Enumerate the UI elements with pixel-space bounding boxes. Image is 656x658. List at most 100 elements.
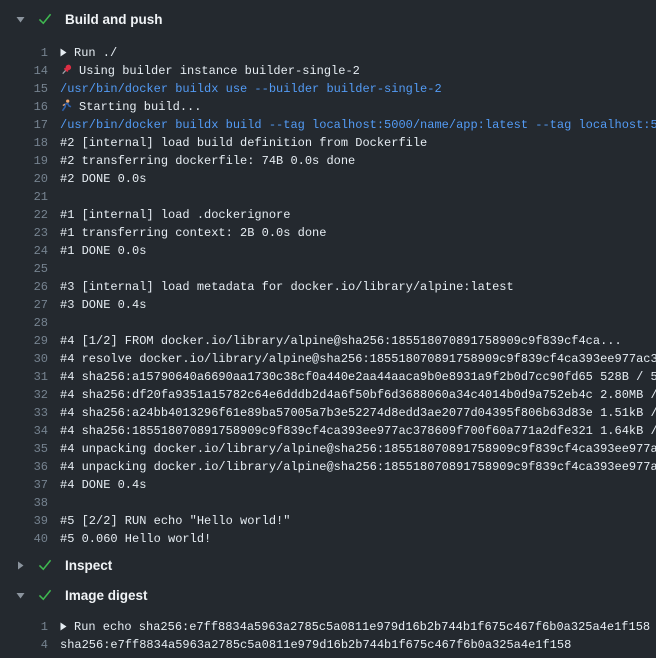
line-number[interactable]: 22 — [0, 206, 48, 224]
chevron-down-icon[interactable] — [15, 592, 25, 599]
log-text-content: #4 sha256:a24bb4013296f61e89ba57005a7b3e… — [60, 406, 656, 420]
log-text: #4 DONE 0.4s — [60, 476, 146, 494]
line-number[interactable]: 26 — [0, 278, 48, 296]
log-line: 21 — [0, 188, 656, 206]
pushpin-icon — [60, 63, 73, 80]
log-text-content: #4 resolve docker.io/library/alpine@sha2… — [60, 352, 656, 366]
log-line: 1 Run ./ — [0, 44, 656, 62]
chevron-down-icon[interactable] — [15, 16, 25, 23]
log-text: Run ./ — [60, 44, 117, 62]
check-icon — [38, 13, 52, 25]
log-text-content: Using builder instance builder-single-2 — [79, 64, 360, 78]
log-line: 28 — [0, 314, 656, 332]
chevron-right-icon[interactable] — [15, 561, 25, 570]
log-text-content: #1 transferring context: 2B 0.0s done — [60, 226, 326, 240]
line-number[interactable]: 1 — [0, 618, 48, 636]
log-text: #3 [internal] load metadata for docker.i… — [60, 278, 514, 296]
line-number[interactable]: 20 — [0, 170, 48, 188]
line-number[interactable]: 32 — [0, 386, 48, 404]
log-text-content: #4 sha256:185518070891758909c9f839cf4ca3… — [60, 424, 656, 438]
log-text-content: Run echo sha256:e7ff8834a5963a2785c5a081… — [74, 620, 650, 634]
log-text-content: Starting build... — [79, 100, 201, 114]
log-text: #1 DONE 0.0s — [60, 242, 146, 260]
log-command-text: /usr/bin/docker buildx build --tag local… — [60, 116, 656, 134]
log-command-text: /usr/bin/docker buildx use --builder bui… — [60, 80, 442, 98]
log-line: 26 #3 [internal] load metadata for docker… — [0, 278, 656, 296]
line-number[interactable]: 27 — [0, 296, 48, 314]
line-number[interactable]: 39 — [0, 512, 48, 530]
line-number[interactable]: 33 — [0, 404, 48, 422]
log-text-content: #4 DONE 0.4s — [60, 478, 146, 492]
log-text-content: /usr/bin/docker buildx use --builder bui… — [60, 82, 442, 96]
log-line: 23 #1 transferring context: 2B 0.0s done — [0, 224, 656, 242]
log-line: 30 #4 resolve docker.io/library/alpine@sh… — [0, 350, 656, 368]
line-number[interactable]: 30 — [0, 350, 48, 368]
line-number[interactable]: 16 — [0, 98, 48, 116]
log-text: #1 transferring context: 2B 0.0s done — [60, 224, 326, 242]
section-header-build-and-push[interactable]: Build and push — [0, 10, 656, 28]
line-number[interactable]: 29 — [0, 332, 48, 350]
log-line: 40 #5 0.060 Hello world! — [0, 530, 656, 548]
line-number[interactable]: 23 — [0, 224, 48, 242]
log-text-content: #2 DONE 0.0s — [60, 172, 146, 186]
line-number[interactable]: 14 — [0, 62, 48, 80]
line-number[interactable]: 24 — [0, 242, 48, 260]
section-log-body-build-and-push: 1 Run ./ 14 Using builder instance builder-… — [0, 44, 656, 548]
line-number[interactable]: 40 — [0, 530, 48, 548]
log-text: #4 resolve docker.io/library/alpine@sha2… — [60, 350, 656, 368]
section-title: Build and push — [65, 12, 163, 27]
log-text-content: #4 sha256:a15790640a6690aa1730c38cf0a440… — [60, 370, 656, 384]
play-triangle-icon[interactable] — [60, 618, 67, 636]
log-text: #2 transferring dockerfile: 74B 0.0s don… — [60, 152, 355, 170]
log-text-content: #4 unpacking docker.io/library/alpine@sh… — [60, 442, 656, 456]
log-text-content: #5 0.060 Hello world! — [60, 532, 211, 546]
section-log-body-image-digest: 1 Run echo sha256:e7ff8834a5963a2785c5a08… — [0, 618, 656, 654]
line-number[interactable]: 34 — [0, 422, 48, 440]
log-text-content: #5 [2/2] RUN echo "Hello world!" — [60, 514, 290, 528]
line-number[interactable]: 37 — [0, 476, 48, 494]
log-text: #5 [2/2] RUN echo "Hello world!" — [60, 512, 290, 530]
section-title: Image digest — [65, 588, 148, 603]
log-text-content: Run ./ — [74, 46, 117, 60]
log-text: #2 DONE 0.0s — [60, 170, 146, 188]
line-number[interactable]: 38 — [0, 494, 48, 512]
line-number[interactable]: 18 — [0, 134, 48, 152]
log-text: #4 [1/2] FROM docker.io/library/alpine@s… — [60, 332, 622, 350]
log-text-content: #3 [internal] load metadata for docker.i… — [60, 280, 514, 294]
log-text: #5 0.060 Hello world! — [60, 530, 211, 548]
check-icon — [38, 559, 52, 571]
log-text: #4 sha256:a15790640a6690aa1730c38cf0a440… — [60, 368, 656, 386]
log-line: 20 #2 DONE 0.0s — [0, 170, 656, 188]
log-text: #1 [internal] load .dockerignore — [60, 206, 290, 224]
log-text: #4 sha256:df20fa9351a15782c64e6dddb2d4a6… — [60, 386, 656, 404]
line-number[interactable]: 4 — [0, 636, 48, 654]
log-text-content: /usr/bin/docker buildx build --tag local… — [60, 118, 656, 132]
line-number[interactable]: 19 — [0, 152, 48, 170]
line-number[interactable]: 28 — [0, 314, 48, 332]
check-icon — [38, 589, 52, 601]
line-number[interactable]: 31 — [0, 368, 48, 386]
log-line: 1 Run echo sha256:e7ff8834a5963a2785c5a08… — [0, 618, 656, 636]
log-line: 15/usr/bin/docker buildx use --builder b… — [0, 80, 656, 98]
log-line: 17/usr/bin/docker buildx build --tag loc… — [0, 116, 656, 134]
section-title: Inspect — [65, 558, 112, 573]
play-triangle-icon[interactable] — [60, 44, 67, 62]
line-number[interactable]: 36 — [0, 458, 48, 476]
runner-icon — [60, 99, 73, 116]
section-header-image-digest[interactable]: Image digest — [0, 586, 656, 604]
line-number[interactable]: 15 — [0, 80, 48, 98]
log-text: Starting build... — [60, 98, 201, 116]
line-number[interactable]: 21 — [0, 188, 48, 206]
log-line: 27#3 DONE 0.4s — [0, 296, 656, 314]
log-line: 37 #4 DONE 0.4s — [0, 476, 656, 494]
line-number[interactable]: 17 — [0, 116, 48, 134]
log-line: 18#2 [internal] load build definition fr… — [0, 134, 656, 152]
line-number[interactable]: 35 — [0, 440, 48, 458]
log-line: 38 — [0, 494, 656, 512]
log-line: 16 Starting build... — [0, 98, 656, 116]
log-line: 22 #1 [internal] load .dockerignore — [0, 206, 656, 224]
line-number[interactable]: 1 — [0, 44, 48, 62]
log-text-content: #4 [1/2] FROM docker.io/library/alpine@s… — [60, 334, 622, 348]
line-number[interactable]: 25 — [0, 260, 48, 278]
section-header-inspect[interactable]: Inspect — [0, 556, 656, 574]
